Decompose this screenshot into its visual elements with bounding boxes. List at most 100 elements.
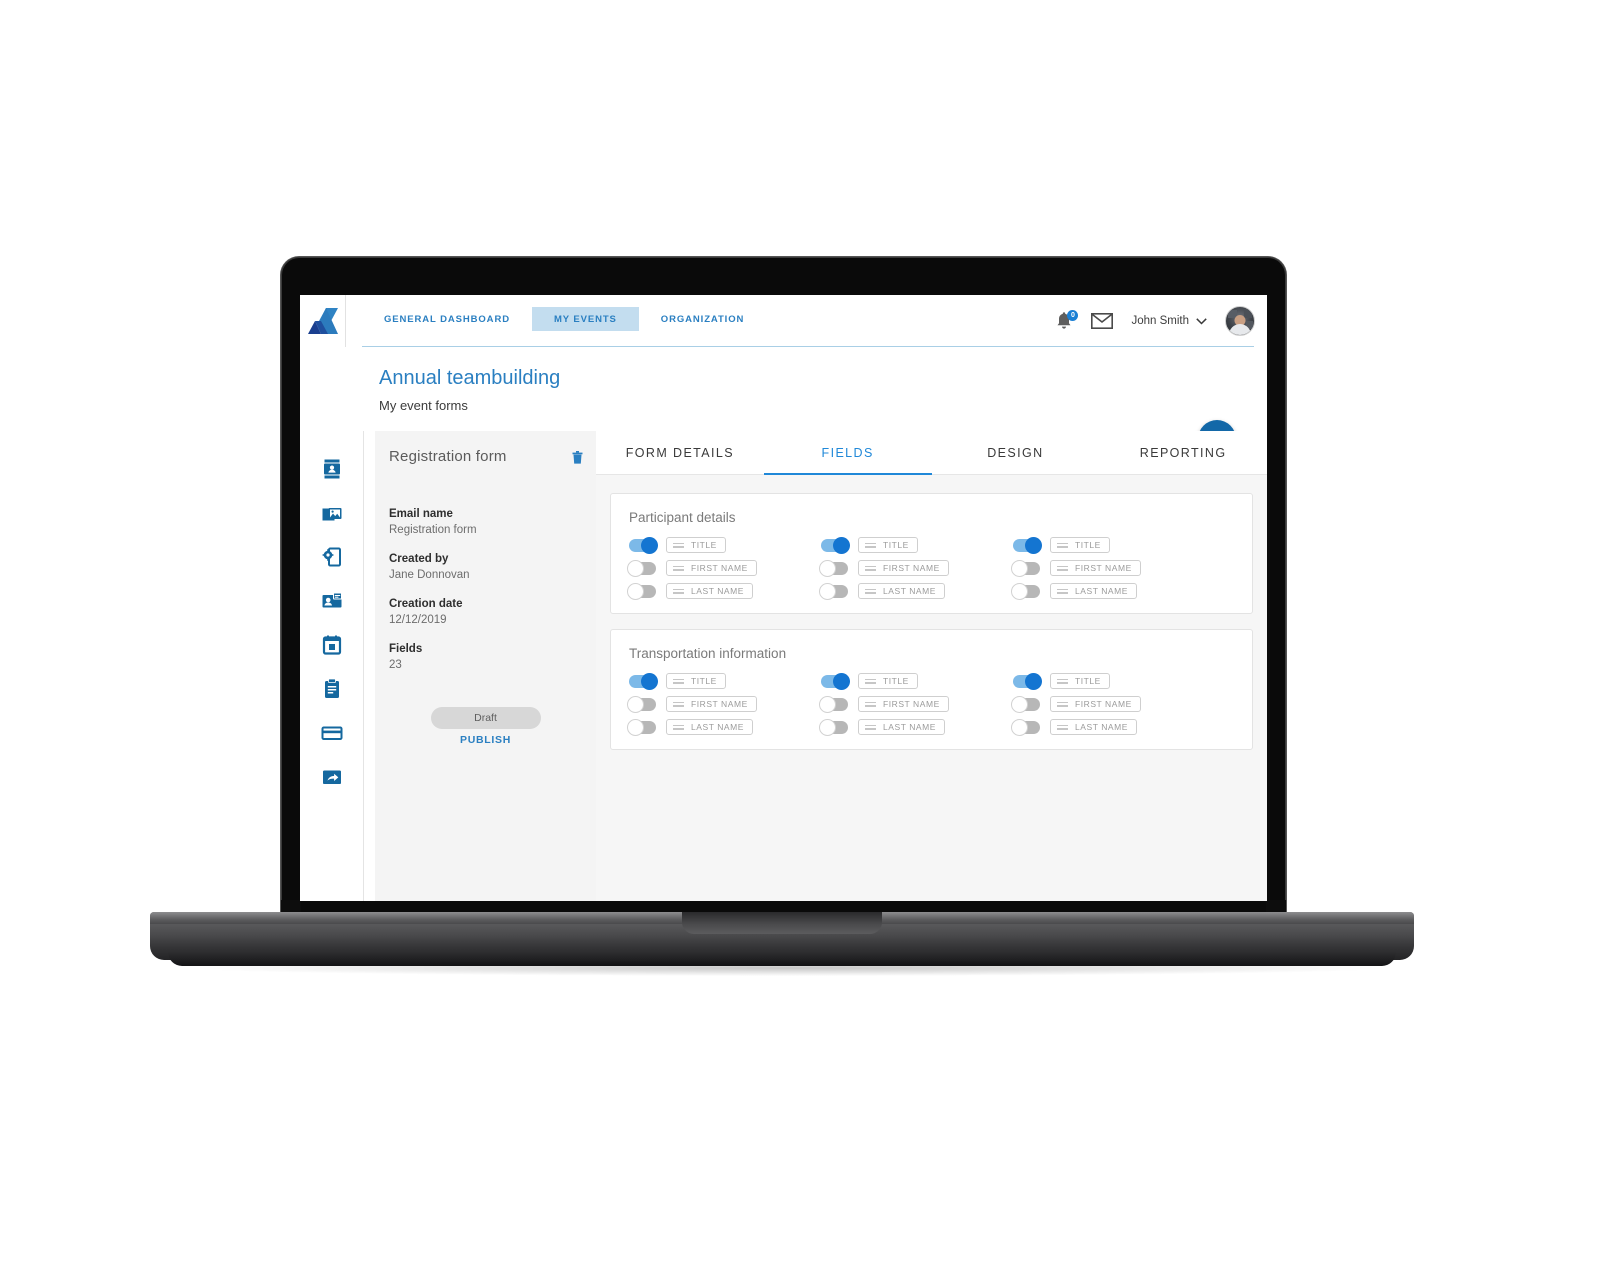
form-summary-panel: Registration form Email name Registratio…: [375, 431, 596, 901]
field-toggle[interactable]: [819, 559, 848, 577]
share-export-icon: [322, 770, 341, 784]
drag-handle-icon[interactable]: [673, 724, 684, 730]
field-toggle[interactable]: [627, 582, 656, 600]
status-badge[interactable]: Draft: [430, 707, 541, 729]
drag-handle-icon[interactable]: [1057, 678, 1068, 684]
field-cell: LAST NAME: [819, 718, 1013, 736]
field-toggle[interactable]: [821, 672, 850, 690]
field-toggle[interactable]: [629, 672, 658, 690]
drag-handle-icon[interactable]: [865, 588, 876, 594]
media-gallery-icon: [322, 508, 341, 521]
drag-handle-icon[interactable]: [865, 724, 876, 730]
field-toggle[interactable]: [1011, 718, 1040, 736]
drag-handle-icon[interactable]: [1057, 701, 1068, 707]
sidebar-item-share[interactable]: [321, 766, 343, 788]
toggle-knob: [819, 582, 836, 600]
field-chip[interactable]: TITLE: [666, 537, 726, 553]
laptop-screen: GENERAL DASHBOARD MY EVENTS ORGANIZATION…: [300, 295, 1267, 901]
field-chip[interactable]: TITLE: [1050, 537, 1110, 553]
avatar[interactable]: [1225, 306, 1255, 336]
form-detail-list: Email name Registration form Created by …: [389, 506, 579, 686]
drag-handle-icon[interactable]: [1057, 588, 1068, 594]
sidebar-item-settings[interactable]: [321, 546, 343, 568]
logo-container[interactable]: [300, 295, 346, 347]
drag-handle-icon[interactable]: [1057, 565, 1068, 571]
drag-handle-icon[interactable]: [865, 701, 876, 707]
field-chip[interactable]: TITLE: [858, 537, 918, 553]
field-chip[interactable]: FIRST NAME: [858, 696, 949, 712]
field-chip[interactable]: FIRST NAME: [666, 560, 757, 576]
field-chip[interactable]: FIRST NAME: [1050, 560, 1141, 576]
field-cell: LAST NAME: [1011, 718, 1205, 736]
field-chip-label: LAST NAME: [691, 722, 744, 732]
sidebar-item-clipboard[interactable]: [321, 678, 343, 700]
nav-tab-general-dashboard[interactable]: GENERAL DASHBOARD: [362, 307, 532, 331]
field-chip[interactable]: FIRST NAME: [666, 696, 757, 712]
detail-creation-date: Creation date 12/12/2019: [389, 596, 579, 628]
drag-handle-icon[interactable]: [865, 678, 876, 684]
field-toggle[interactable]: [627, 695, 656, 713]
detail-value: Jane Donnovan: [389, 569, 470, 581]
field-chip[interactable]: TITLE: [666, 673, 726, 689]
field-toggle[interactable]: [1013, 672, 1042, 690]
field-chip[interactable]: TITLE: [858, 673, 918, 689]
drag-handle-icon[interactable]: [673, 701, 684, 707]
field-toggle[interactable]: [1011, 695, 1040, 713]
toggle-knob: [819, 695, 836, 713]
field-chip[interactable]: LAST NAME: [1050, 719, 1137, 735]
field-chip[interactable]: LAST NAME: [666, 583, 753, 599]
drag-handle-icon[interactable]: [865, 542, 876, 548]
field-chip[interactable]: LAST NAME: [1050, 583, 1137, 599]
field-chip[interactable]: LAST NAME: [858, 719, 945, 735]
field-toggle[interactable]: [627, 559, 656, 577]
body-area: Registration form Email name Registratio…: [300, 431, 1267, 901]
drag-handle-icon[interactable]: [865, 565, 876, 571]
drag-handle-icon[interactable]: [673, 542, 684, 548]
field-toggle[interactable]: [1011, 582, 1040, 600]
field-toggle[interactable]: [819, 582, 848, 600]
publish-button[interactable]: PUBLISH: [460, 734, 511, 746]
field-chip[interactable]: LAST NAME: [666, 719, 753, 735]
field-toggle[interactable]: [629, 536, 658, 554]
field-cell: FIRST NAME: [1011, 695, 1205, 713]
field-cell: TITLE: [821, 672, 1013, 690]
drag-handle-icon[interactable]: [1057, 724, 1068, 730]
sidebar-item-calendar[interactable]: [321, 634, 343, 656]
sidebar-item-badge[interactable]: [321, 590, 343, 612]
field-toggle[interactable]: [819, 718, 848, 736]
drag-handle-icon[interactable]: [673, 678, 684, 684]
user-menu[interactable]: John Smith: [1131, 315, 1207, 327]
trash-icon[interactable]: [572, 451, 583, 464]
field-chip[interactable]: FIRST NAME: [858, 560, 949, 576]
sidebar-item-contacts[interactable]: [321, 458, 343, 480]
field-cell: FIRST NAME: [627, 695, 821, 713]
nav-tab-my-events[interactable]: MY EVENTS: [531, 307, 639, 331]
field-cell: FIRST NAME: [819, 695, 1013, 713]
app-logo-icon: [307, 308, 338, 334]
field-group-card: Transportation information TITLE TITLE T…: [610, 629, 1253, 750]
tab-design[interactable]: DESIGN: [931, 431, 1100, 474]
tab-form-details[interactable]: FORM DETAILS: [596, 431, 764, 474]
drag-handle-icon[interactable]: [673, 565, 684, 571]
nav-tab-organization[interactable]: ORGANIZATION: [639, 307, 766, 331]
field-chip[interactable]: LAST NAME: [858, 583, 945, 599]
drag-handle-icon[interactable]: [1057, 542, 1068, 548]
toggle-knob: [833, 672, 850, 690]
drag-handle-icon[interactable]: [673, 588, 684, 594]
tab-reporting[interactable]: REPORTING: [1099, 431, 1267, 474]
tab-fields[interactable]: FIELDS: [763, 431, 932, 475]
toggle-knob: [819, 559, 836, 577]
field-chip-label: TITLE: [1075, 676, 1101, 686]
field-toggle[interactable]: [819, 695, 848, 713]
field-toggle[interactable]: [627, 718, 656, 736]
sidebar-item-payment[interactable]: [321, 722, 343, 744]
field-chip[interactable]: TITLE: [1050, 673, 1110, 689]
sidebar-item-media[interactable]: [321, 502, 343, 524]
field-toggle[interactable]: [821, 536, 850, 554]
field-toggle[interactable]: [1011, 559, 1040, 577]
notifications-button[interactable]: 0: [1055, 310, 1079, 331]
field-chip[interactable]: FIRST NAME: [1050, 696, 1141, 712]
field-toggle[interactable]: [1013, 536, 1042, 554]
field-cell: TITLE: [1013, 536, 1205, 554]
messages-button[interactable]: [1091, 313, 1114, 329]
